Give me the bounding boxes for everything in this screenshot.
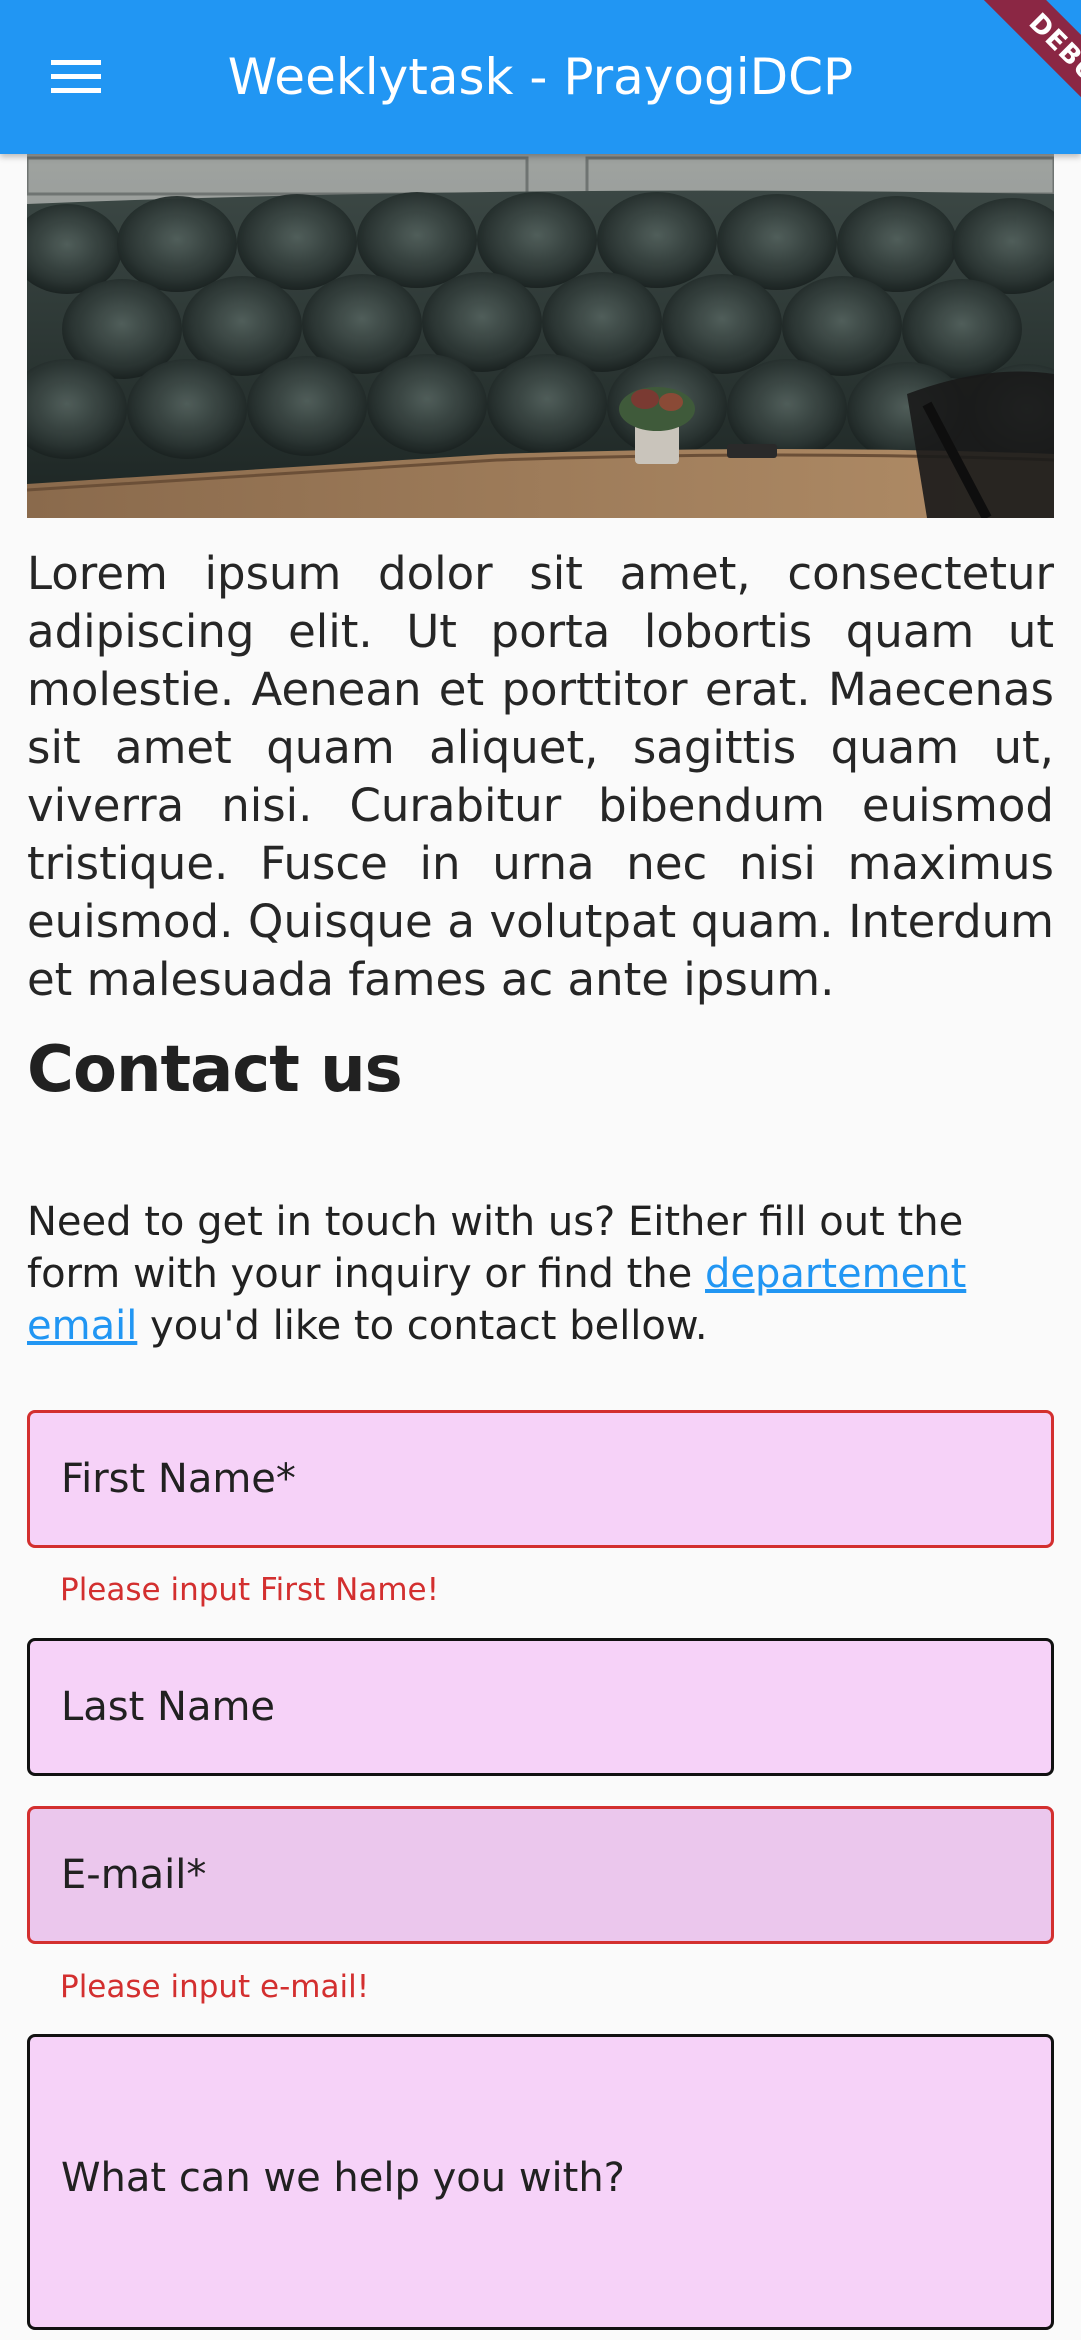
last-name-label: Last Name	[61, 1684, 276, 1730]
contact-heading: Contact us	[27, 1033, 403, 1107]
email-field[interactable]: E-mail*	[27, 1806, 1054, 1944]
hero-image	[27, 154, 1054, 518]
app-title: Weeklytask - PrayogiDCP	[227, 48, 854, 106]
app-bar: Weeklytask - PrayogiDCP	[0, 0, 1081, 154]
first-name-field[interactable]: First Name*	[27, 1410, 1054, 1548]
first-name-error: Please input First Name!	[60, 1572, 440, 1608]
cafe-booth-photo-icon	[27, 154, 1054, 518]
email-label: E-mail*	[61, 1852, 207, 1898]
menu-icon[interactable]	[40, 50, 110, 104]
contact-intro: Need to get in touch with us? Either fil…	[27, 1196, 1054, 1352]
contact-intro-after: you'd like to contact bellow.	[137, 1303, 708, 1349]
body-paragraph: Lorem ipsum dolor sit amet, consectetur …	[27, 547, 1054, 1006]
first-name-label: First Name*	[61, 1456, 296, 1502]
last-name-field[interactable]: Last Name	[27, 1638, 1054, 1776]
message-label: What can we help you with?	[61, 2155, 625, 2201]
message-field[interactable]: What can we help you with?	[27, 2034, 1054, 2330]
email-error: Please input e-mail!	[60, 1969, 370, 2005]
